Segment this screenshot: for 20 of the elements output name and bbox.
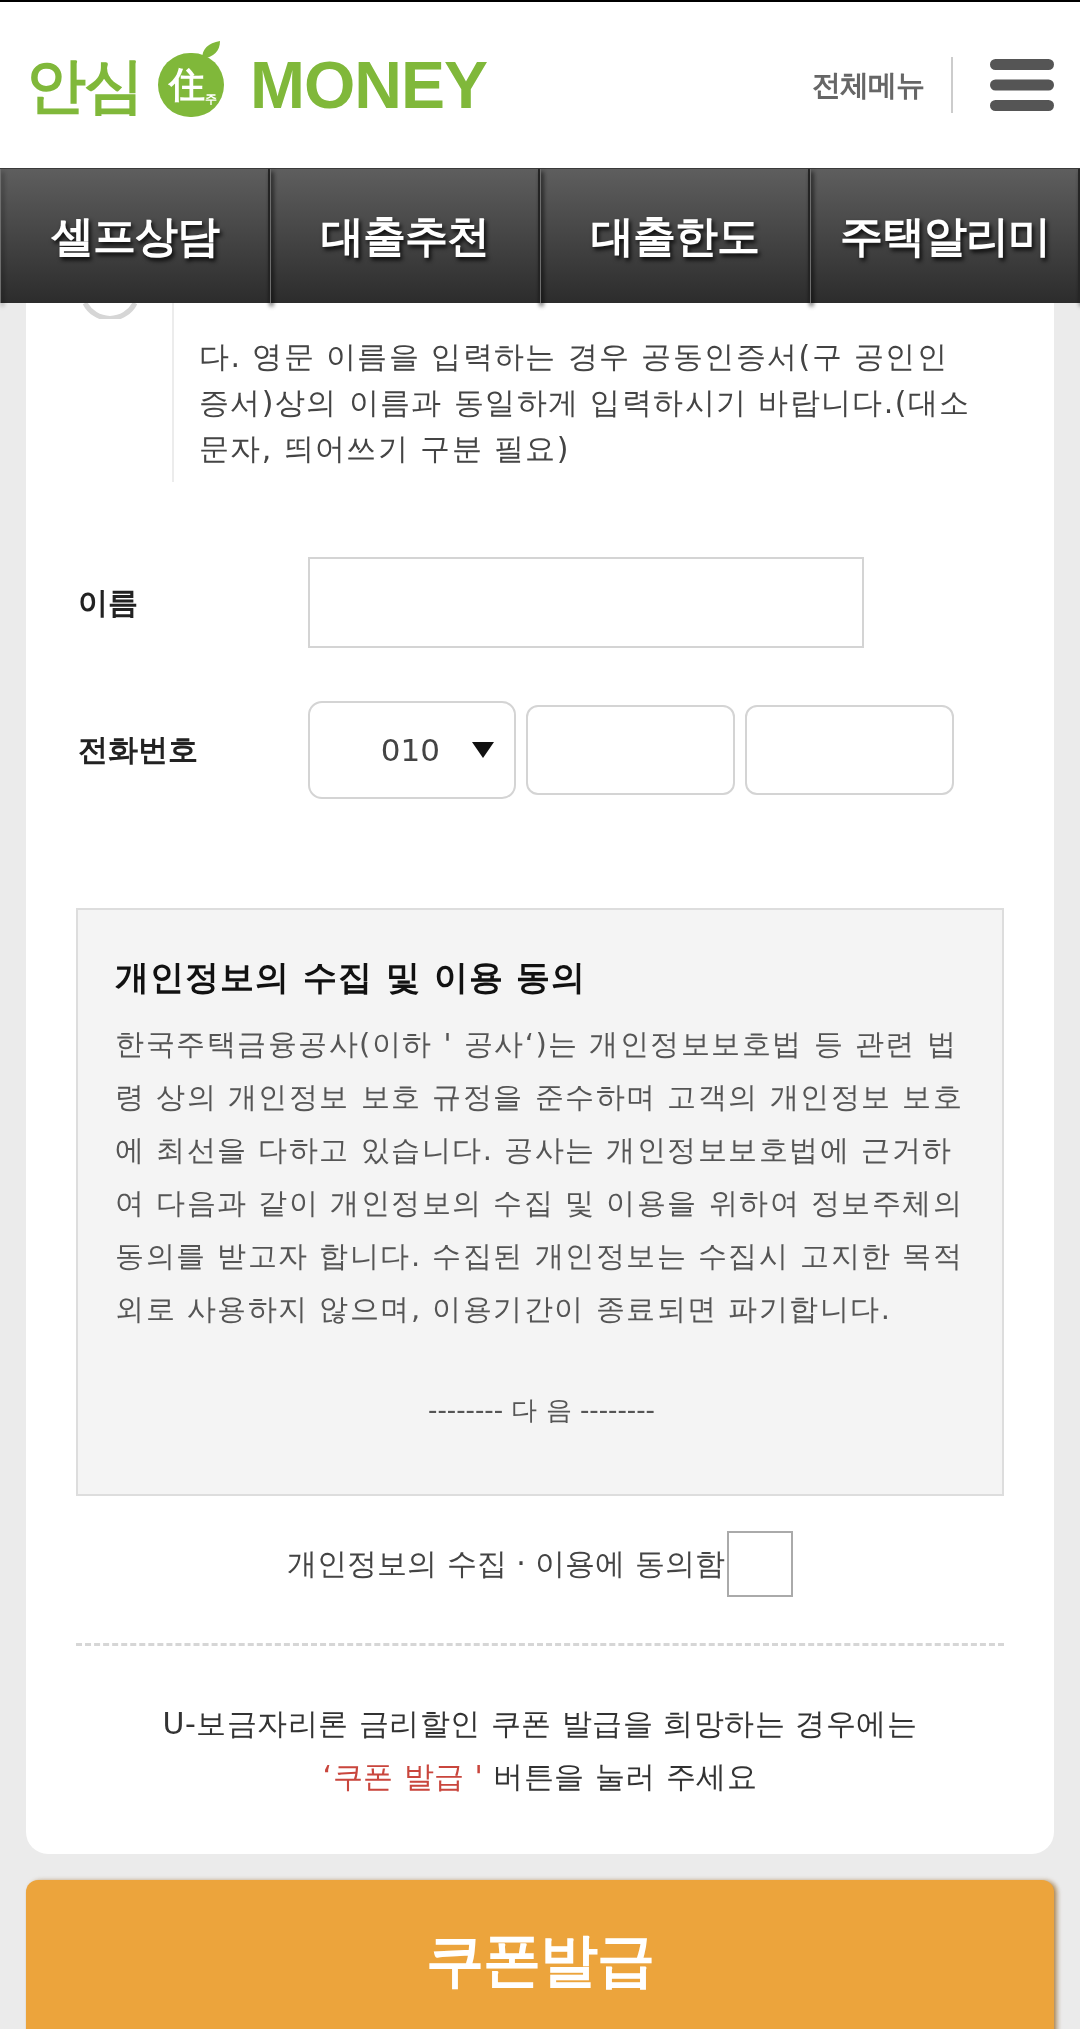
caret-icon: [472, 742, 494, 758]
menu-button[interactable]: 전체메뉴: [812, 57, 1054, 113]
emblem-caption: 주: [205, 93, 217, 105]
field-label: 이름: [78, 583, 139, 622]
phone-input[interactable]: [745, 705, 954, 795]
consent-separator: -------- 다 음 --------: [428, 1394, 655, 1427]
logo-text: 안심: [26, 55, 142, 115]
phone-prefix-select[interactable]: 010: [308, 701, 516, 799]
agree-label: 개인정보의 수집 · 이용에 동의함: [287, 1545, 725, 1583]
agree-checkbox[interactable]: [726, 1531, 793, 1597]
phone-input[interactable]: [526, 705, 735, 795]
consent-title: 개인정보의 수집 및 이용 동의: [115, 956, 588, 999]
coupon-notice-text: U-보금자리론 금리할인 쿠폰 발급을 희망하는 경우에는 ‘쿠폰 발급 ' 버튼을 눌러 주세요: [161, 1705, 919, 1796]
consent-text: 한국주택금융공사(이하 ' 공사‘)는 개인정보보호법 등 관련 법령 상의 개인정보 보호 규정을 준수하며 고객의 개인정보 보호에 최선을 다하고 있습니다. 공사는 개인정보보호법에 근거하여 다음과 같이 개인정보의 수집 및 이용을 위하여 정보주체의 동의를 받고자 합니다. 수집된 개인정보는 수집시 고지한 목적 외로 사용하지 않으며, 이용기간이 종료되면 파기합니다.: [115, 1026, 965, 1328]
logo-text: MONEY: [250, 52, 488, 118]
menu-icon[interactable]: [990, 59, 1054, 111]
emblem-character: 住: [169, 67, 205, 103]
name-input[interactable]: [308, 557, 864, 648]
field-label: 전화번호: [78, 731, 199, 769]
notice-text: 다. 영문 이름을 입력하는 경우 공동인증서(구 공인인증서)상의 이름과 동일하게 입력하시기 바랍니다.(대소문자, 띄어쓰기 구분 필요): [199, 338, 971, 468]
